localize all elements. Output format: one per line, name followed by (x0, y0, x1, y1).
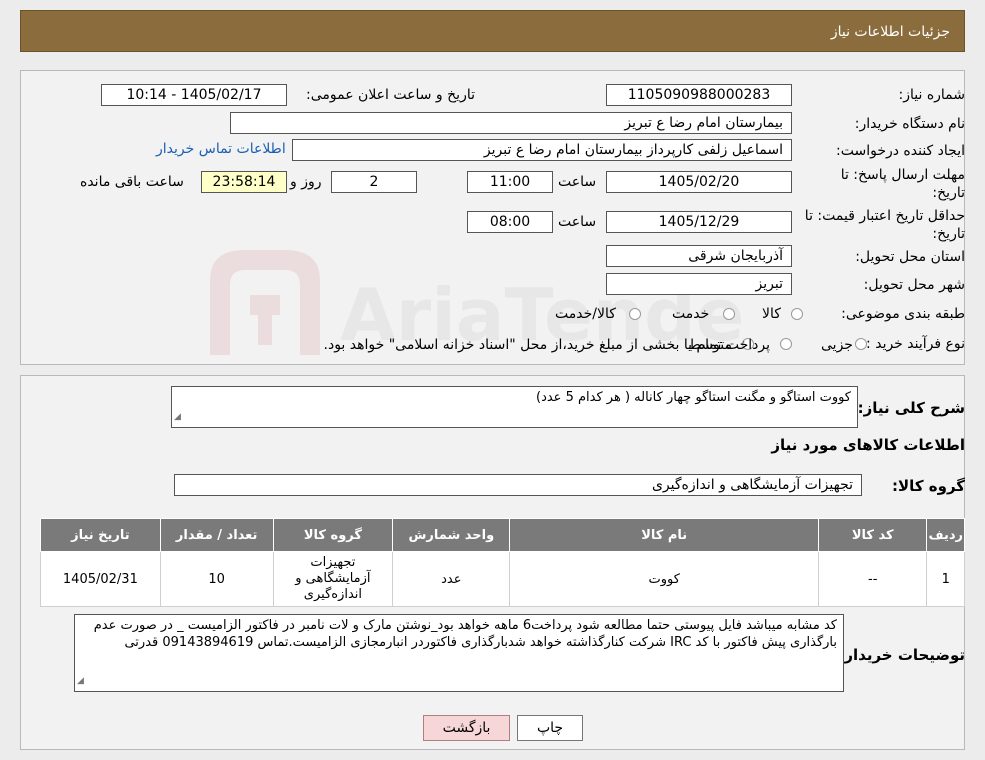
buyer-org-label: نام دستگاه خریدار: (854, 116, 965, 132)
deadline-hour-label: ساعت (558, 174, 597, 190)
announce-field: 1405/02/17 - 10:14 (101, 84, 287, 106)
col-code-header: کد کالا (818, 518, 928, 552)
category-option-goods-service[interactable]: کالا/خدمت (555, 306, 616, 322)
buyer-notes-text: کد مشابه میباشد فایل پیوستی حتما مطالعه … (93, 618, 837, 650)
remaining-time-field: 23:58:14 (201, 171, 287, 193)
buyer-notes-label: توضیحات خریدار: (838, 646, 965, 664)
category-option-service[interactable]: خدمت (672, 306, 709, 322)
cell-unit: عدد (392, 551, 511, 607)
validity-label-line1: حداقل تاریخ اعتبار قیمت: تا (804, 208, 965, 224)
col-qty-header: تعداد / مقدار (159, 518, 274, 552)
category-label: طبقه بندی موضوعی: (841, 306, 965, 322)
city-label: شهر محل تحویل: (863, 277, 965, 293)
category-service-radio[interactable] (723, 308, 735, 320)
deadline-label-line1: مهلت ارسال پاسخ: تا (840, 167, 965, 183)
cell-row: 1 (926, 551, 965, 607)
deadline-label: مهلت ارسال پاسخ: تا تاریخ: (841, 166, 965, 202)
resize-handle-icon[interactable]: ◢ (77, 673, 84, 690)
col-unit-header: واحد شمارش (392, 518, 511, 552)
col-row-header: ردیف (926, 518, 965, 552)
description-text: کووت استاگو و مگنت استاگو چهار کاناله ( … (536, 390, 851, 405)
col-name-header: نام کالا (509, 518, 820, 552)
category-goods-service-radio[interactable] (629, 308, 641, 320)
validity-date-field: 1405/12/29 (606, 211, 792, 233)
announce-label: تاریخ و ساعت اعلان عمومی: (306, 87, 475, 103)
page-title: جزئیات اطلاعات نیاز (830, 24, 950, 40)
city-field: تبریز (606, 273, 792, 295)
goods-info-title: اطلاعات کالاهای مورد نیاز (771, 436, 965, 454)
cell-code: -- (818, 551, 928, 607)
process-label: نوع فرآیند خرید : (866, 336, 965, 352)
cell-qty: 10 (159, 551, 274, 607)
deadline-time-field: 11:00 (467, 171, 553, 193)
process-treasury-checkbox[interactable] (780, 338, 792, 350)
cell-date: 1405/02/31 (40, 551, 161, 607)
cell-group: تجهیزات آزمایشگاهی و اندازه‌گیری (272, 551, 394, 607)
days-label: روز و (290, 174, 322, 190)
need-number-label: شماره نیاز: (898, 87, 966, 103)
description-label: شرح کلی نیاز: (857, 399, 965, 417)
col-group-header: گروه کالا (272, 518, 394, 552)
goods-group-field: تجهیزات آزمایشگاهی و اندازه‌گیری (174, 474, 862, 496)
buyer-org-field: بیمارستان امام رضا ع تبریز (230, 112, 792, 134)
deadline-date-field: 1405/02/20 (606, 171, 792, 193)
description-field: کووت استاگو و مگنت استاگو چهار کاناله ( … (171, 386, 858, 428)
print-button[interactable]: چاپ (517, 715, 583, 741)
validity-label-line2: تاریخ: (932, 226, 965, 242)
province-label: استان محل تحویل: (855, 249, 965, 265)
validity-hour-label: ساعت (558, 214, 597, 230)
remaining-label: ساعت باقی مانده (80, 174, 184, 190)
process-partial-radio[interactable] (855, 338, 867, 350)
goods-table: ردیف کد کالا نام کالا واحد شمارش گروه کا… (40, 518, 965, 607)
validity-time-field: 08:00 (467, 211, 553, 233)
page-header: جزئیات اطلاعات نیاز (20, 10, 965, 52)
table-row: 1 -- کووت عدد تجهیزات آزمایشگاهی و انداز… (40, 551, 965, 607)
creator-label: ایجاد کننده درخواست: (836, 143, 965, 159)
days-field: 2 (331, 171, 417, 193)
resize-handle-icon[interactable]: ◢ (174, 409, 181, 426)
category-option-goods[interactable]: کالا (762, 306, 781, 322)
category-goods-radio[interactable] (791, 308, 803, 320)
validity-label: حداقل تاریخ اعتبار قیمت: تا تاریخ: (805, 207, 965, 243)
province-field: آذربایجان شرقی (606, 245, 792, 267)
buyer-notes-field: کد مشابه میباشد فایل پیوستی حتما مطالعه … (74, 614, 844, 692)
cell-name: کووت (509, 551, 820, 607)
col-date-header: تاریخ نیاز (40, 518, 161, 552)
goods-group-label: گروه کالا: (892, 477, 965, 495)
need-number-field: 1105090988000283 (606, 84, 792, 106)
back-button[interactable]: بازگشت (423, 715, 510, 741)
process-option-partial[interactable]: جزیی (821, 337, 853, 353)
contact-buyer-link[interactable]: اطلاعات تماس خریدار (156, 141, 286, 157)
deadline-label-line2: تاریخ: (932, 185, 965, 201)
table-header-row: ردیف کد کالا نام کالا واحد شمارش گروه کا… (40, 518, 965, 552)
creator-field: اسماعیل زلفی کارپرداز بیمارستان امام رضا… (292, 139, 792, 161)
process-note: پرداخت تمام یا بخشی از مبلغ خرید،از محل … (323, 337, 770, 353)
